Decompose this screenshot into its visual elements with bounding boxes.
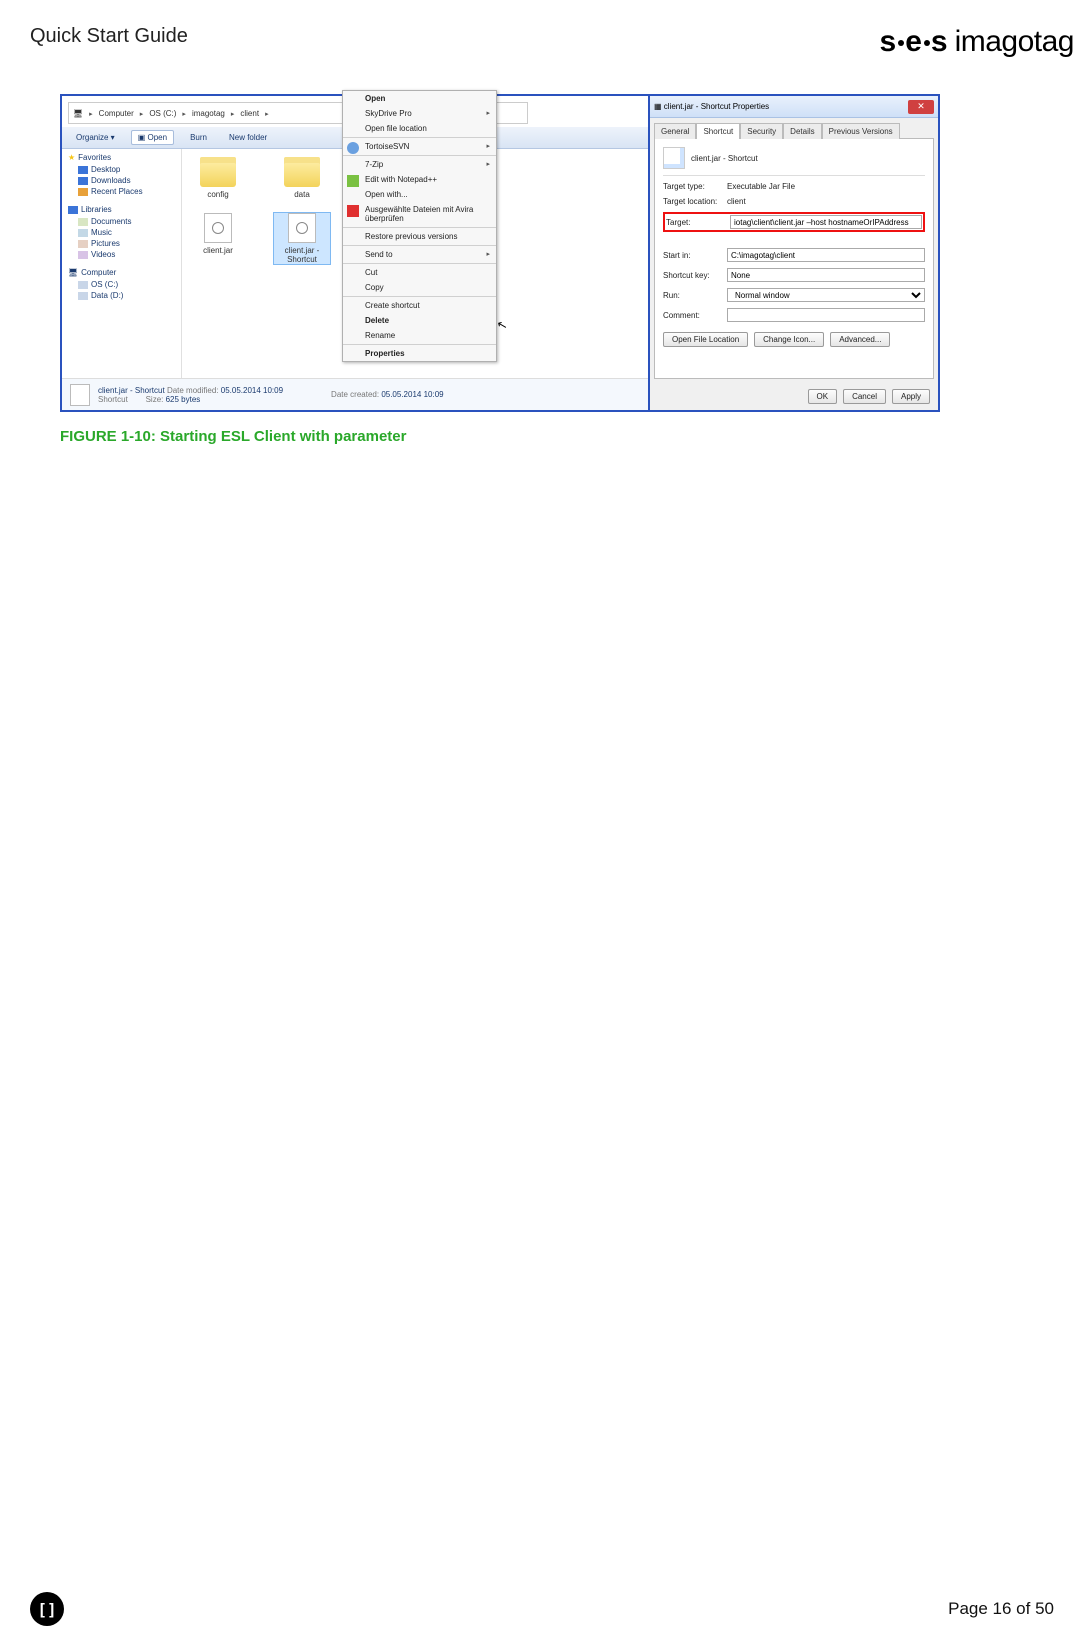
shortcut-type-icon (663, 147, 685, 169)
ctx-rename[interactable]: Rename (343, 328, 496, 343)
ctx-restore[interactable]: Restore previous versions (343, 229, 496, 244)
explorer-nav-pane: ★Favorites Desktop Downloads Recent Plac… (62, 149, 182, 378)
tab-details[interactable]: Details (783, 123, 821, 139)
nav-favorites[interactable]: Favorites (78, 153, 111, 162)
ctx-delete[interactable]: Delete (343, 313, 496, 328)
star-icon: ★ (68, 153, 75, 162)
window-icon: ▦ (654, 102, 662, 111)
computer-icon: 🖥 (68, 268, 78, 277)
burn-button[interactable]: Burn (184, 131, 213, 144)
file-client-jar[interactable]: client.jar (190, 213, 246, 264)
nav-pictures[interactable]: Pictures (68, 238, 175, 249)
brand-logo: ses imagotag (880, 25, 1074, 59)
ok-button[interactable]: OK (808, 389, 838, 404)
properties-dialog: ▦ client.jar - Shortcut Properties ✕ Gen… (648, 96, 938, 410)
target-type-value: Executable Jar File (727, 182, 925, 191)
ctx-send-to[interactable]: Send to (343, 247, 496, 262)
startin-input[interactable] (727, 248, 925, 262)
avira-icon (347, 205, 359, 217)
nav-libraries[interactable]: Libraries (81, 205, 112, 214)
breadcrumb-item[interactable]: Computer (99, 109, 134, 118)
logo-imagotag: imagotag (955, 25, 1074, 59)
close-icon[interactable]: ✕ (908, 100, 934, 114)
folder-icon (200, 157, 236, 187)
notepadpp-icon (347, 175, 359, 187)
ctx-open[interactable]: Open (343, 91, 496, 106)
target-location-value: client (727, 197, 925, 206)
apply-button[interactable]: Apply (892, 389, 930, 404)
nav-computer[interactable]: Computer (81, 268, 116, 277)
nav-music[interactable]: Music (68, 227, 175, 238)
library-icon (68, 206, 78, 214)
organize-button[interactable]: Organize ▾ (70, 131, 121, 144)
nav-recent[interactable]: Recent Places (68, 186, 175, 197)
jar-icon (288, 213, 316, 243)
comment-label: Comment: (663, 311, 721, 320)
status-thumb-icon (70, 384, 90, 406)
logo-ses: ses (880, 25, 949, 59)
properties-titlebar[interactable]: ▦ client.jar - Shortcut Properties ✕ (650, 96, 938, 118)
explorer-window: 🖥 Computer OS (C:) imagotag client Organ… (62, 96, 648, 410)
new-folder-button[interactable]: New folder (223, 131, 273, 144)
ctx-cut[interactable]: Cut (343, 265, 496, 280)
tab-shortcut[interactable]: Shortcut (696, 123, 740, 139)
figure-caption: FIGURE 1-10: Starting ESL Client with pa… (60, 428, 1074, 445)
tab-general[interactable]: General (654, 123, 696, 139)
advanced-button[interactable]: Advanced... (830, 332, 890, 347)
nav-desktop[interactable]: Desktop (68, 164, 175, 175)
change-icon-button[interactable]: Change Icon... (754, 332, 824, 347)
ctx-copy[interactable]: Copy (343, 280, 496, 295)
jar-icon (204, 213, 232, 243)
comment-input[interactable] (727, 308, 925, 322)
ctx-avira[interactable]: Ausgewählte Dateien mit Avira überprüfen (343, 202, 496, 226)
folder-data[interactable]: data (274, 157, 330, 199)
nav-videos[interactable]: Videos (68, 249, 175, 260)
breadcrumb-item[interactable]: OS (C:) (149, 109, 176, 118)
ctx-skydrive[interactable]: SkyDrive Pro (343, 106, 496, 121)
ctx-properties[interactable]: Properties (343, 346, 496, 361)
footer-badge: [] (30, 1592, 64, 1626)
properties-body: client.jar - Shortcut Target type: Execut… (654, 138, 934, 379)
computer-icon: 🖥 (73, 109, 83, 118)
nav-data-d[interactable]: Data (D:) (68, 290, 175, 301)
target-label: Target: (666, 218, 724, 227)
tab-security[interactable]: Security (740, 123, 783, 139)
nav-os-c[interactable]: OS (C:) (68, 279, 175, 290)
run-select[interactable]: Normal window (727, 288, 925, 302)
ctx-open-with[interactable]: Open with... (343, 187, 496, 202)
startin-label: Start in: (663, 251, 721, 260)
breadcrumb-item[interactable]: client (240, 109, 259, 118)
target-location-label: Target location: (663, 197, 721, 206)
ctx-create-shortcut[interactable]: Create shortcut (343, 298, 496, 313)
folder-config[interactable]: config (190, 157, 246, 199)
nav-downloads[interactable]: Downloads (68, 175, 175, 186)
page-header-title: Quick Start Guide (30, 25, 188, 48)
page-number: Page 16 of 50 (948, 1599, 1054, 1619)
open-file-location-button[interactable]: Open File Location (663, 332, 748, 347)
breadcrumb-item[interactable]: imagotag (192, 109, 225, 118)
shortcutkey-label: Shortcut key: (663, 271, 721, 280)
shortcutkey-input[interactable] (727, 268, 925, 282)
shortcut-name: client.jar - Shortcut (691, 154, 925, 163)
cancel-button[interactable]: Cancel (843, 389, 886, 404)
open-button[interactable]: ▣ Open (131, 130, 174, 145)
file-client-jar-shortcut[interactable]: client.jar - Shortcut (274, 213, 330, 264)
explorer-status-bar: client.jar - Shortcut Date modified: 05.… (62, 378, 648, 410)
target-type-label: Target type: (663, 182, 721, 191)
target-input[interactable] (730, 215, 922, 229)
dialog-button-row: OK Cancel Apply (650, 383, 938, 410)
tortoise-icon (347, 142, 359, 154)
tab-previous-versions[interactable]: Previous Versions (822, 123, 900, 139)
figure-screenshot: 🖥 Computer OS (C:) imagotag client Organ… (60, 94, 940, 412)
run-label: Run: (663, 291, 721, 300)
properties-tabs: General Shortcut Security Details Previo… (650, 118, 938, 138)
ctx-tortoisesvn[interactable]: TortoiseSVN (343, 139, 496, 154)
ctx-7zip[interactable]: 7-Zip (343, 157, 496, 172)
context-menu: Open SkyDrive Pro Open file location Tor… (342, 90, 497, 362)
ctx-open-location[interactable]: Open file location (343, 121, 496, 136)
nav-documents[interactable]: Documents (68, 216, 175, 227)
ctx-notepadpp[interactable]: Edit with Notepad++ (343, 172, 496, 187)
folder-icon (284, 157, 320, 187)
